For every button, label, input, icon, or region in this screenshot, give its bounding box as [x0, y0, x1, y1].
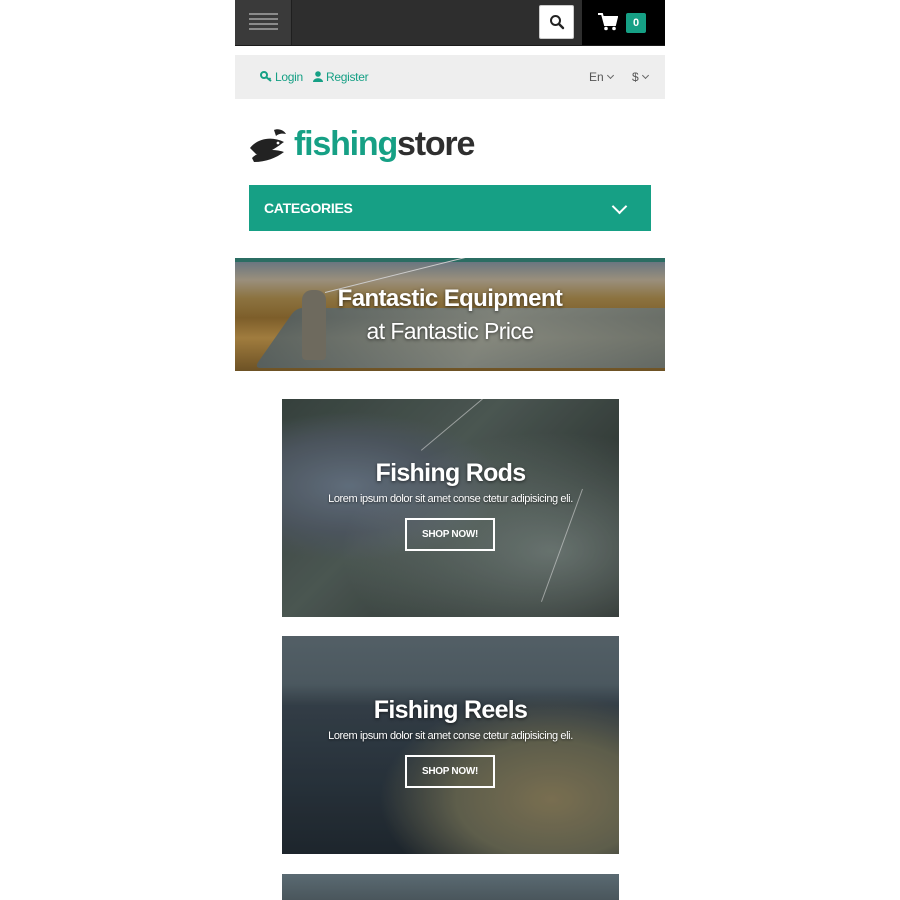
currency-dropdown[interactable]: $: [632, 55, 649, 99]
chevron-down-icon: [641, 71, 649, 80]
login-link[interactable]: Login: [260, 55, 303, 99]
search-button[interactable]: [539, 5, 574, 39]
hero-banner[interactable]: Fantastic Equipment at Fantastic Price: [235, 258, 665, 371]
cart-count-badge: 0: [626, 13, 646, 33]
hero-title: Fantastic Equipment: [337, 285, 563, 312]
promo-description: Lorem ipsum dolor sit amet conse ctetur …: [328, 730, 573, 742]
language-dropdown[interactable]: En: [589, 55, 614, 99]
cart-button[interactable]: 0: [582, 0, 665, 45]
register-label: Register: [326, 70, 369, 84]
categories-label: CATEGORIES: [264, 200, 353, 216]
search-icon: [550, 15, 565, 30]
menu-icon: [249, 13, 278, 15]
key-icon: [260, 71, 272, 82]
account-bar: Login Register En $: [235, 55, 665, 99]
fish-logo-icon: [250, 129, 286, 162]
logo-text: fishingstore: [294, 125, 475, 163]
user-icon: [313, 71, 323, 82]
categories-dropdown[interactable]: CATEGORIES: [249, 185, 651, 231]
promo-title: Fishing Reels: [373, 696, 528, 724]
promo-description: Lorem ipsum dolor sit amet conse ctetur …: [328, 493, 573, 505]
shop-now-button[interactable]: SHOP NOW!: [405, 755, 495, 788]
promo-fishing-reels[interactable]: Fishing Reels Lorem ipsum dolor sit amet…: [282, 636, 619, 854]
promo-title: Fishing Rods: [375, 459, 527, 487]
shop-now-button[interactable]: SHOP NOW!: [405, 518, 495, 551]
hero-subtitle: at Fantastic Price: [366, 318, 534, 344]
cart-icon: [598, 13, 618, 31]
chevron-down-icon: [606, 71, 614, 80]
chevron-down-icon: [611, 198, 628, 215]
promo-card-partial[interactable]: [282, 874, 619, 900]
login-label: Login: [275, 70, 303, 84]
promo-fishing-rods[interactable]: Fishing Rods Lorem ipsum dolor sit amet …: [282, 399, 619, 617]
register-link[interactable]: Register: [313, 55, 369, 99]
top-bar: 0: [235, 0, 665, 46]
menu-button[interactable]: [235, 0, 292, 45]
mobile-page: 0 Login Register En $ fishingstore CATEG…: [235, 0, 665, 900]
